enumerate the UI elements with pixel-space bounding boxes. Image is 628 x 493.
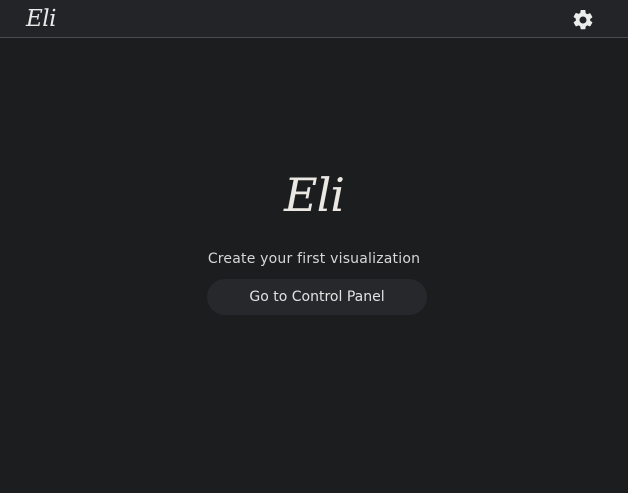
go-to-control-panel-button[interactable]: Go to Control Panel xyxy=(207,279,427,315)
top-bar: Eli xyxy=(0,0,628,38)
empty-state-message: Create your first visualization xyxy=(207,251,421,267)
gear-icon xyxy=(571,8,595,32)
empty-state: Eli Create your first visualization Go t… xyxy=(0,168,628,315)
app-window: Eli Eli Create your first visualization … xyxy=(0,0,628,493)
app-logo: Eli xyxy=(26,6,57,32)
hero-logo: Eli xyxy=(283,168,345,222)
settings-button[interactable] xyxy=(571,8,595,32)
